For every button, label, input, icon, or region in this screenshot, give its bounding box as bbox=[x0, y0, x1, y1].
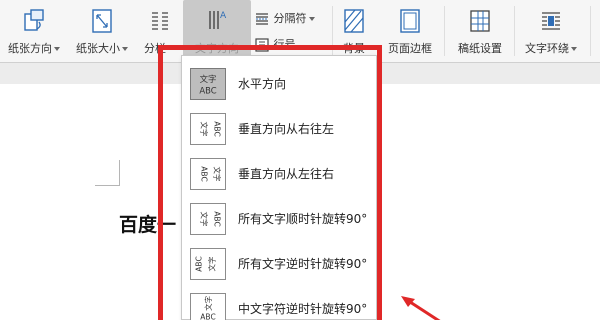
paper-size-icon bbox=[92, 9, 112, 33]
ribbon-divider bbox=[514, 6, 515, 56]
page-border-label: 页面边框 bbox=[388, 42, 432, 55]
chevron-down-icon bbox=[308, 17, 315, 21]
text-wrap-button[interactable]: 文字环绕 bbox=[518, 0, 584, 62]
text-direction-icon: A bbox=[209, 11, 227, 29]
separator-icon bbox=[256, 13, 268, 25]
text-wrap-icon bbox=[542, 12, 560, 30]
chevron-down-icon bbox=[54, 47, 60, 51]
paper-size-label: 纸张大小 bbox=[76, 42, 120, 55]
paper-direction-label: 纸张方向 bbox=[8, 42, 52, 55]
chevron-down-icon bbox=[122, 47, 128, 51]
grid-settings-button[interactable]: 稿纸设置 bbox=[450, 0, 510, 62]
separator-button[interactable]: 分隔符 bbox=[254, 10, 315, 30]
page-border-button[interactable]: 页面边框 bbox=[380, 0, 440, 62]
margin-corner-mark bbox=[119, 160, 120, 186]
paper-direction-icon bbox=[24, 9, 44, 31]
ribbon-divider bbox=[590, 6, 591, 56]
paper-size-button[interactable]: 纸张大小 bbox=[70, 0, 134, 62]
background-icon bbox=[344, 9, 364, 33]
ribbon-divider bbox=[444, 6, 445, 56]
columns-icon bbox=[152, 12, 168, 30]
text-wrap-label: 文字环绕 bbox=[525, 42, 569, 55]
red-arrow-icon bbox=[401, 296, 441, 320]
red-highlight-box bbox=[158, 45, 382, 320]
separator-label: 分隔符 bbox=[273, 12, 307, 25]
grid-settings-label: 稿纸设置 bbox=[458, 42, 502, 55]
page-border-icon bbox=[400, 9, 420, 33]
svg-text:A: A bbox=[220, 11, 227, 21]
chevron-down-icon bbox=[571, 47, 577, 51]
margin-corner-mark bbox=[95, 185, 120, 186]
paper-direction-button[interactable]: 纸张方向 bbox=[2, 0, 66, 62]
grid-settings-icon bbox=[470, 10, 490, 32]
